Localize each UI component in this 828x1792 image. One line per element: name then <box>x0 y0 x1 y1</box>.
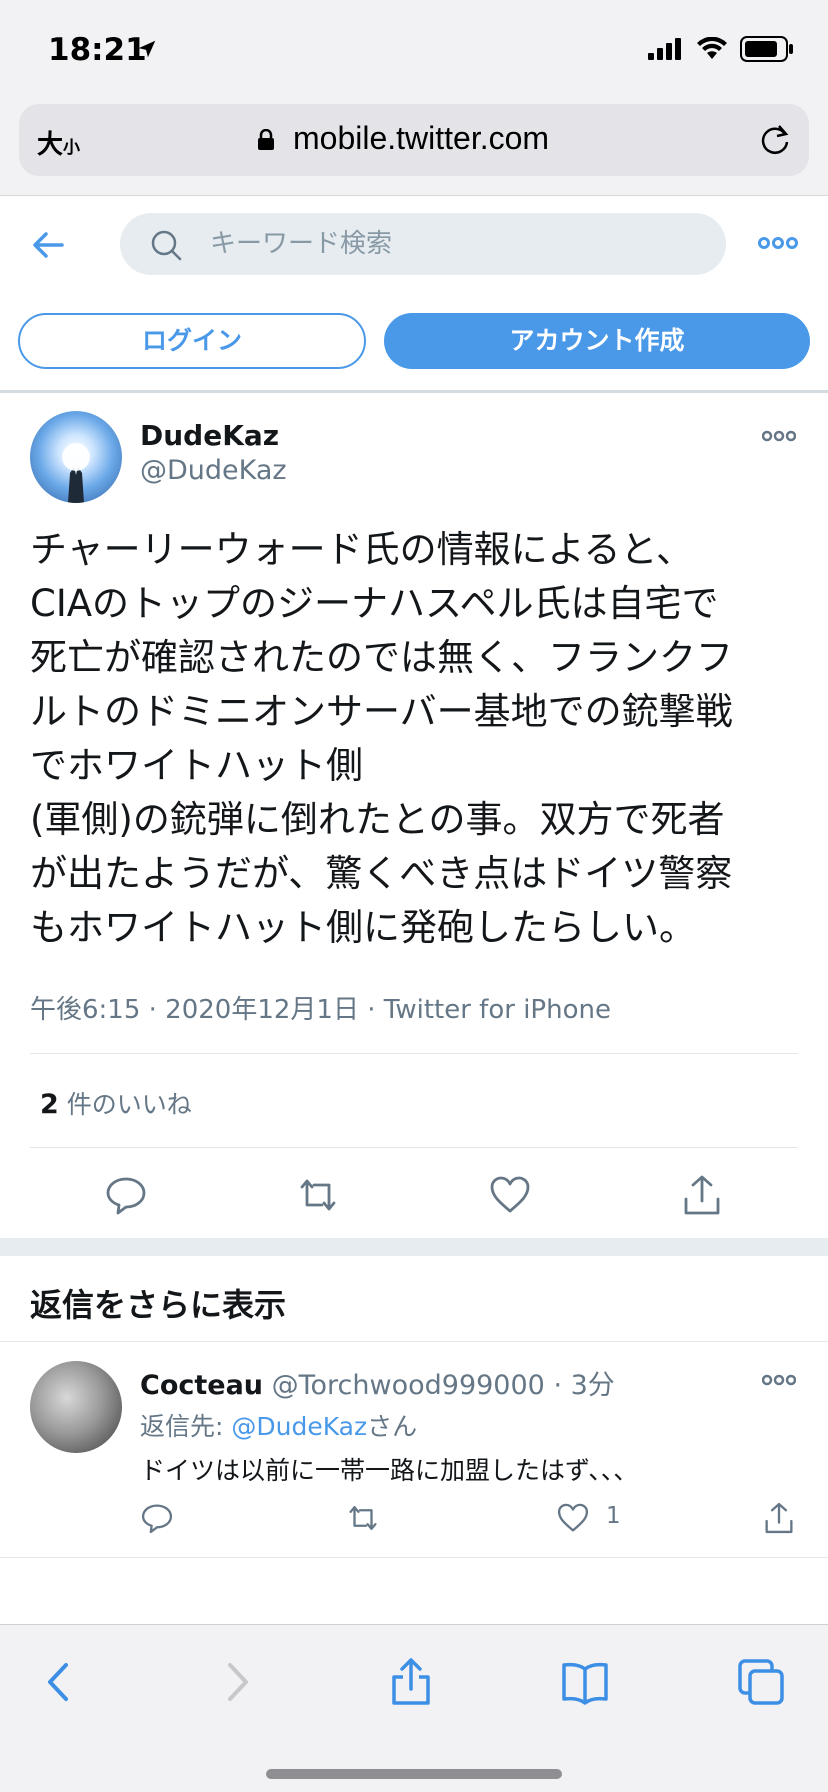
tweet-more-icon[interactable] <box>762 429 796 443</box>
avatar[interactable] <box>30 411 122 503</box>
more-icon[interactable] <box>758 235 798 251</box>
search-icon <box>151 230 182 261</box>
reply-author-handle[interactable]: @Torchwood999000 <box>272 1370 545 1401</box>
back-icon[interactable] <box>34 1657 84 1707</box>
url-text[interactable]: mobile.twitter.com <box>293 120 549 157</box>
reply-time: 3分 <box>570 1370 615 1401</box>
reply-icon[interactable] <box>104 1173 148 1217</box>
reload-icon[interactable] <box>757 122 793 158</box>
avatar-hands-image <box>62 443 90 503</box>
like-icon[interactable] <box>556 1501 590 1535</box>
reply-icon[interactable] <box>140 1501 174 1535</box>
signup-button[interactable]: アカウント作成 <box>384 313 810 369</box>
retweet-icon[interactable] <box>296 1173 340 1217</box>
status-time: 18:21 <box>48 32 147 68</box>
divider <box>30 1147 798 1148</box>
tabs-icon[interactable] <box>736 1657 786 1707</box>
location-arrow-icon <box>138 40 156 58</box>
reply-to-mention[interactable]: @DudeKaz <box>231 1412 367 1441</box>
forward-icon[interactable] <box>212 1657 262 1707</box>
reply-actions: 1 <box>0 1501 828 1541</box>
author-name[interactable]: DudeKaz <box>140 419 279 452</box>
login-button[interactable]: ログイン <box>18 313 366 369</box>
text-size-button[interactable]: 大小 <box>37 124 80 161</box>
share-icon[interactable] <box>762 1501 796 1535</box>
more-replies-title: 返信をさらに表示 <box>30 1286 287 1324</box>
divider <box>30 1053 798 1054</box>
bookmarks-icon[interactable] <box>560 1657 610 1707</box>
more-replies-header[interactable]: 返信をさらに表示 <box>0 1256 828 1342</box>
tweet-actions <box>0 1173 828 1229</box>
cellular-signal-icon <box>648 38 681 60</box>
tweet-text: チャーリーウォード氏の情報によると、 CIAのトップのジーナハスペル氏は自宅で … <box>30 528 733 949</box>
status-bar: 18:21 <box>0 0 828 96</box>
battery-icon <box>740 36 793 62</box>
reply-to: 返信先: @DudeKazさん <box>140 1412 418 1441</box>
share-icon[interactable] <box>386 1657 436 1707</box>
search-box[interactable] <box>120 213 726 275</box>
status-icons <box>648 36 794 62</box>
browser-bottom-toolbar <box>0 1624 828 1792</box>
retweet-icon[interactable] <box>346 1501 380 1535</box>
search-input[interactable] <box>210 213 710 275</box>
likes-summary[interactable]: 2 件のいいね <box>40 1085 192 1121</box>
back-arrow-icon[interactable] <box>30 227 66 263</box>
divider <box>0 390 828 393</box>
section-gap <box>0 1238 828 1256</box>
reply-text: ドイツは以前に一帯一路に加盟したはず、、、 <box>140 1456 639 1485</box>
like-label: 件のいいね <box>66 1090 192 1119</box>
like-count: 2 <box>40 1089 59 1120</box>
reply-avatar[interactable] <box>30 1361 122 1453</box>
address-bar[interactable]: 大小 mobile.twitter.com <box>19 104 809 176</box>
tweet-meta: 午後6:15 · 2020年12月1日 · Twitter for iPhone <box>30 995 611 1025</box>
reply-header: Cocteau @Torchwood999000 · 3分 <box>140 1363 615 1402</box>
lock-icon <box>258 129 274 150</box>
reply-author-name[interactable]: Cocteau <box>140 1370 263 1401</box>
home-indicator[interactable] <box>266 1769 562 1779</box>
auth-row: ログイン アカウント作成 <box>18 313 810 369</box>
author-handle[interactable]: @DudeKaz <box>140 455 287 486</box>
reply-tweet[interactable]: Cocteau @Torchwood999000 · 3分 返信先: @Dude… <box>0 1343 828 1558</box>
browser-top-bar: 大小 mobile.twitter.com <box>0 96 828 196</box>
wifi-icon <box>697 37 727 59</box>
twitter-header <box>0 197 828 293</box>
like-icon[interactable] <box>488 1173 532 1217</box>
reply-more-icon[interactable] <box>762 1373 796 1387</box>
reply-like-count: 1 <box>606 1503 621 1529</box>
share-icon[interactable] <box>680 1173 724 1217</box>
reply-dot: · <box>553 1370 563 1401</box>
